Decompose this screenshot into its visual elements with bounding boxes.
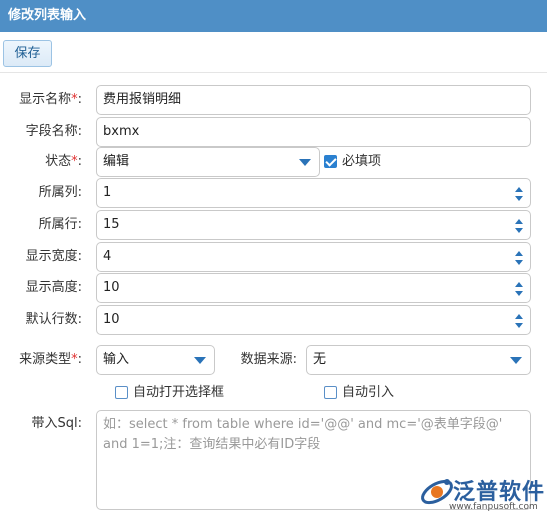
required-checkbox-label: 必填项 [342,154,382,169]
row-value: 15 [103,217,120,232]
status-label: 状态*: [45,154,82,169]
window-title: 修改列表输入 [0,0,547,32]
spin-up-icon[interactable] [515,219,523,224]
spin-up-icon[interactable] [515,251,523,256]
width-stepper[interactable]: 4 [96,242,531,272]
display-name-input[interactable]: 费用报销明细 [96,85,531,115]
spin-down-icon[interactable] [515,260,523,265]
auto-import-checkbox[interactable] [324,386,337,399]
spin-down-icon[interactable] [515,323,523,328]
spin-down-icon[interactable] [515,196,523,201]
data-source-value: 无 [313,352,327,367]
column-stepper[interactable]: 1 [96,178,531,208]
status-select[interactable]: 编辑 [96,147,320,177]
source-type-value: 输入 [103,352,130,367]
default-rows-label: 默认行数: [25,312,82,327]
auto-import-label: 自动引入 [342,385,395,400]
status-select-value: 编辑 [103,154,130,169]
chevron-down-icon [299,159,311,166]
spin-up-icon[interactable] [515,314,523,319]
spin-down-icon[interactable] [515,291,523,296]
width-label: 显示宽度: [25,249,82,264]
spin-up-icon[interactable] [515,282,523,287]
toolbar: 保存 [0,32,547,73]
data-source-label: 数据来源: [240,352,297,367]
save-button[interactable]: 保存 [3,40,52,67]
data-source-select[interactable]: 无 [306,345,531,375]
chevron-down-icon [510,357,522,364]
auto-open-select-checkbox[interactable] [115,386,128,399]
default-rows-value: 10 [103,312,120,327]
height-stepper[interactable]: 10 [96,273,531,303]
brand-watermark: 泛普软件 www.fanpusoft.com [415,472,545,516]
default-rows-stepper[interactable]: 10 [96,305,531,335]
row-stepper[interactable]: 15 [96,210,531,240]
source-type-label: 来源类型*: [19,352,82,367]
field-name-label: 字段名称: [25,124,82,139]
width-value: 4 [103,249,112,264]
chevron-down-icon [194,357,206,364]
spin-down-icon[interactable] [515,228,523,233]
height-value: 10 [103,280,120,295]
brand-url: www.fanpusoft.com [449,502,538,512]
height-label: 显示高度: [25,280,82,295]
display-name-label: 显示名称*: [19,92,82,107]
required-checkbox[interactable] [324,155,337,168]
spin-up-icon[interactable] [515,187,523,192]
source-type-select[interactable]: 输入 [96,345,215,375]
column-value: 1 [103,185,112,200]
auto-open-select-label: 自动打开选择框 [133,385,225,400]
field-name-input[interactable]: bxmx [96,117,531,147]
column-label: 所属列: [38,185,82,200]
sql-label: 带入Sql: [31,416,83,431]
row-label: 所属行: [38,217,82,232]
